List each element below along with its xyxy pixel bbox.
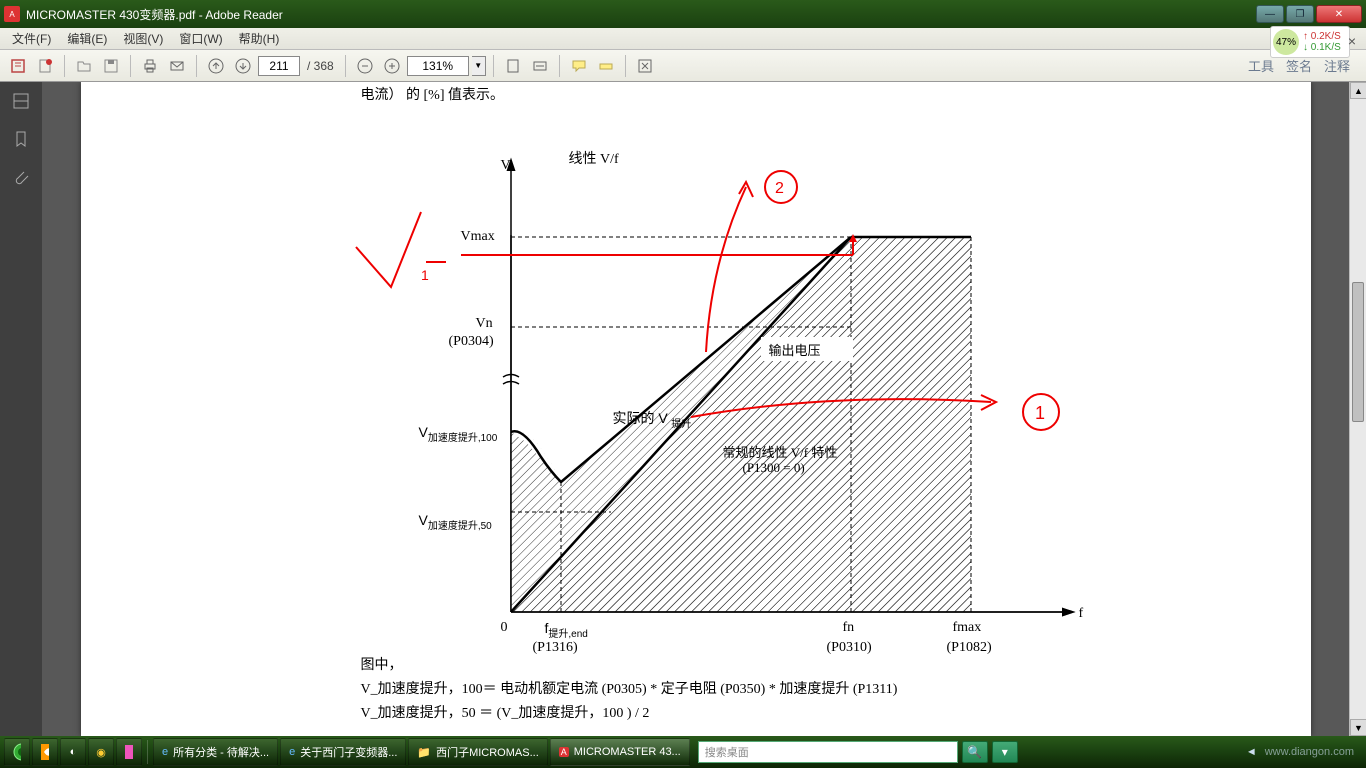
f-boost-param: (P1316)	[533, 640, 578, 656]
highlight-icon[interactable]	[594, 54, 618, 78]
svg-text:1: 1	[1035, 403, 1045, 423]
watermark-text: www.diangon.com	[1265, 746, 1354, 758]
origin-label: 0	[501, 620, 508, 636]
scroll-up-arrow[interactable]: ▲	[1350, 82, 1366, 99]
page-total: / 368	[307, 59, 334, 73]
menu-edit[interactable]: 编辑(E)	[59, 28, 115, 49]
print-icon[interactable]	[138, 54, 162, 78]
search-options-button[interactable]: ▾	[992, 741, 1018, 763]
attachment-icon[interactable]	[10, 166, 32, 188]
desktop-search-input[interactable]: 搜索桌面	[698, 741, 958, 763]
window-titlebar: A MICROMASTER 430变频器.pdf - Adobe Reader …	[0, 0, 1366, 28]
menubar-close-icon[interactable]: ×	[1340, 31, 1364, 51]
system-tray[interactable]: ◄ www.diangon.com	[1246, 746, 1362, 758]
taskbar-app-4[interactable]	[116, 738, 142, 766]
zoom-dropdown[interactable]: ▼	[472, 56, 486, 76]
vf-diagram: 2 1 1 线性 V/f V f Vmax Vn (P0304) V加速度提升,…	[351, 112, 1091, 732]
comment-panel-toggle[interactable]: 注释	[1324, 56, 1350, 75]
text-top-line: 电流） 的 [%] 值表示。	[361, 84, 505, 104]
search-button[interactable]: 🔍	[962, 741, 988, 763]
actual-v-label: 实际的 V 提升	[613, 408, 692, 430]
fmax-label: fmax	[953, 620, 982, 636]
save-icon[interactable]	[99, 54, 123, 78]
fmax-param: (P1082)	[947, 640, 992, 656]
export-pdf-icon[interactable]	[6, 54, 30, 78]
f-boost-end: f提升,end	[545, 620, 588, 640]
window-title: MICROMASTER 430变频器.pdf - Adobe Reader	[26, 6, 1256, 23]
pdf-page: 电流） 的 [%] 值表示。	[81, 82, 1311, 736]
normal-vf-label: 常规的线性 V/f 特性	[723, 442, 838, 461]
navigation-sidebar	[0, 82, 42, 736]
close-button[interactable]: ✕	[1316, 5, 1362, 23]
open-icon[interactable]	[72, 54, 96, 78]
menu-help[interactable]: 帮助(H)	[231, 28, 288, 49]
start-button[interactable]	[4, 738, 30, 766]
scroll-down-arrow[interactable]: ▼	[1350, 719, 1366, 736]
vn-param: (P0304)	[449, 334, 494, 350]
taskbar-app-1[interactable]	[32, 738, 58, 766]
menu-file[interactable]: 文件(F)	[4, 28, 59, 49]
footer-line3: V_加速度提升，50 ＝ (V_加速度提升，100 ) / 2	[361, 702, 650, 722]
v-accel-100: V加速度提升,100	[419, 424, 498, 444]
vertical-scrollbar[interactable]: ▲ ▼	[1349, 82, 1366, 736]
menu-window[interactable]: 窗口(W)	[171, 28, 230, 49]
taskbar-window-1[interactable]: e所有分类 - 待解决...	[153, 738, 278, 766]
tools-panel-toggle[interactable]: 工具	[1248, 56, 1274, 75]
footer-line2: V_加速度提升，100＝ 电动机额定电流 (P0305) * 定子电阻 (P03…	[361, 678, 898, 698]
zoom-input[interactable]	[407, 56, 469, 76]
vmax-label: Vmax	[461, 229, 495, 245]
taskbar-app-2[interactable]: ◐	[60, 738, 86, 766]
toolbar: / 368 ▼ 工具 签名 注释	[0, 50, 1366, 82]
comment-bubble-icon[interactable]	[567, 54, 591, 78]
cpu-percent: 47%	[1273, 29, 1299, 55]
maximize-button[interactable]: ❐	[1286, 5, 1314, 23]
svg-text:1: 1	[421, 267, 429, 283]
document-viewport[interactable]: 电流） 的 [%] 值表示。	[42, 82, 1349, 736]
zoom-out-icon[interactable]	[353, 54, 377, 78]
zoom-in-icon[interactable]	[380, 54, 404, 78]
taskbar-window-2[interactable]: e关于西门子变频器...	[280, 738, 406, 766]
vn-label: Vn	[476, 316, 493, 332]
svg-text:2: 2	[775, 180, 784, 197]
menubar: 文件(F) 编辑(E) 视图(V) 窗口(W) 帮助(H) 47% ↑ 0.2K…	[0, 28, 1366, 50]
thumbnails-icon[interactable]	[10, 90, 32, 112]
taskbar-window-3[interactable]: 📁西门子MICROMAS...	[408, 738, 547, 766]
taskbar-app-3[interactable]: ◉	[88, 738, 114, 766]
scroll-thumb[interactable]	[1352, 282, 1364, 422]
menu-view[interactable]: 视图(V)	[115, 28, 171, 49]
email-icon[interactable]	[165, 54, 189, 78]
sign-panel-toggle[interactable]: 签名	[1286, 56, 1312, 75]
bookmark-icon[interactable]	[10, 128, 32, 150]
chart-title: 线性 V/f	[569, 148, 619, 168]
read-mode-icon[interactable]	[633, 54, 657, 78]
page-up-icon[interactable]	[204, 54, 228, 78]
upload-speed: ↑ 0.2K/S	[1303, 31, 1341, 42]
download-speed: ↓ 0.1K/S	[1303, 42, 1341, 53]
normal-vf-param: (P1300 = 0)	[743, 460, 805, 476]
taskbar-window-4[interactable]: AMICROMASTER 43...	[550, 738, 690, 766]
pdf-icon: A	[4, 6, 20, 22]
x-axis-label: f	[1079, 606, 1084, 622]
create-pdf-icon[interactable]	[33, 54, 57, 78]
network-speed-widget[interactable]: 47% ↑ 0.2K/S ↓ 0.1K/S	[1270, 26, 1350, 58]
fit-width-icon[interactable]	[528, 54, 552, 78]
v-accel-50: V加速度提升,50	[419, 512, 492, 532]
fit-page-icon[interactable]	[501, 54, 525, 78]
page-number-input[interactable]	[258, 56, 300, 76]
tray-chevron-icon[interactable]: ◄	[1246, 746, 1257, 758]
output-voltage-label: 输出电压	[769, 340, 821, 359]
y-axis-label: V	[501, 158, 511, 174]
fn-param: (P0310)	[827, 640, 872, 656]
taskbar: ◐ ◉ e所有分类 - 待解决... e关于西门子变频器... 📁西门子MICR…	[0, 736, 1366, 768]
footer-line1: 图中，	[361, 654, 403, 674]
page-down-icon[interactable]	[231, 54, 255, 78]
fn-label: fn	[843, 620, 855, 636]
work-area: 电流） 的 [%] 值表示。	[0, 82, 1366, 736]
minimize-button[interactable]: —	[1256, 5, 1284, 23]
